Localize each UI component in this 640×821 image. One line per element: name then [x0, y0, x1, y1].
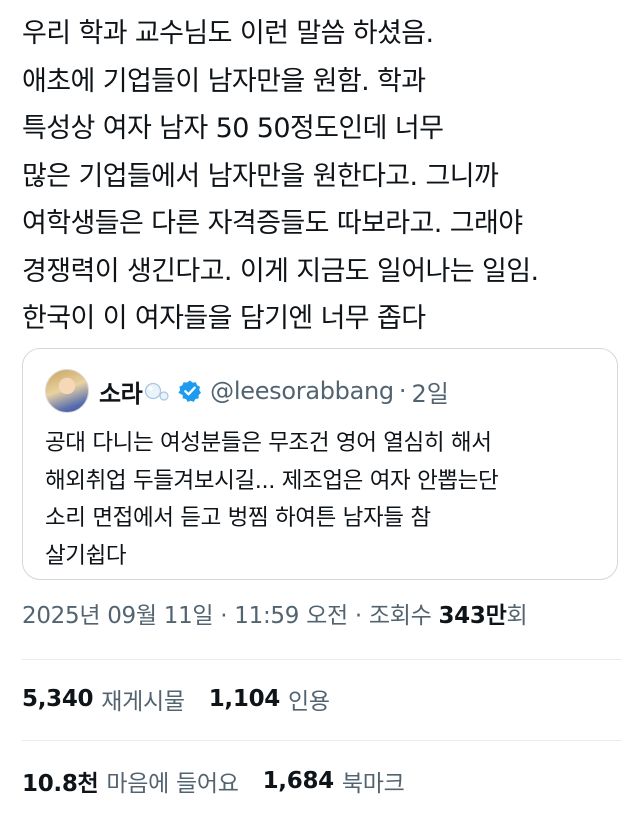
- quoted-tweet-header: 소라 @leesorabbang · 2일: [45, 369, 449, 413]
- engagement-stats-row-1: 5,340 재게시물 1,104 인용: [22, 682, 354, 716]
- quoted-tweet-card[interactable]: 소라 @leesorabbang · 2일 공대 다니는 여성분들은 무조건 영…: [22, 348, 618, 580]
- quote-label[interactable]: 인용: [288, 682, 330, 716]
- quoted-tweet-text: 공대 다니는 여성분들은 무조건 영어 열심히 해서 해외취업 두들겨보시길..…: [45, 430, 499, 569]
- like-label[interactable]: 마음에 들어요: [106, 764, 238, 798]
- avatar[interactable]: [45, 369, 89, 413]
- bookmark-count[interactable]: 1,684: [263, 768, 335, 794]
- divider: [22, 740, 622, 741]
- tweet-date-time[interactable]: 2025년 09월 11일 · 11:59 오전 · 조회수: [22, 603, 438, 629]
- tweet-text: 우리 학과 교수님도 이런 말씀 하셨음. 애초에 기업들이 남자만을 원함. …: [22, 18, 539, 334]
- quoted-author-handle[interactable]: @leesorabbang: [210, 377, 394, 405]
- verified-badge-icon: [178, 379, 202, 403]
- view-count-suffix: 회: [506, 603, 528, 629]
- tweet-meta: 2025년 09월 11일 · 11:59 오전 · 조회수 343만회: [22, 596, 528, 630]
- engagement-stats-row-2: 10.8천 마음에 들어요 1,684 북마크: [22, 764, 428, 798]
- quote-count[interactable]: 1,104: [209, 686, 281, 712]
- quoted-tweet-time[interactable]: 2일: [412, 374, 449, 409]
- view-count: 343만: [438, 603, 507, 629]
- quoted-author-name[interactable]: 소라: [99, 374, 143, 409]
- like-count[interactable]: 10.8천: [22, 764, 99, 798]
- repost-count[interactable]: 5,340: [22, 686, 94, 712]
- bookmark-label[interactable]: 북마크: [342, 764, 405, 798]
- bubbles-icon: [144, 380, 170, 402]
- divider: [22, 659, 622, 660]
- separator-dot: ·: [398, 377, 407, 405]
- repost-label[interactable]: 재게시물: [101, 682, 185, 716]
